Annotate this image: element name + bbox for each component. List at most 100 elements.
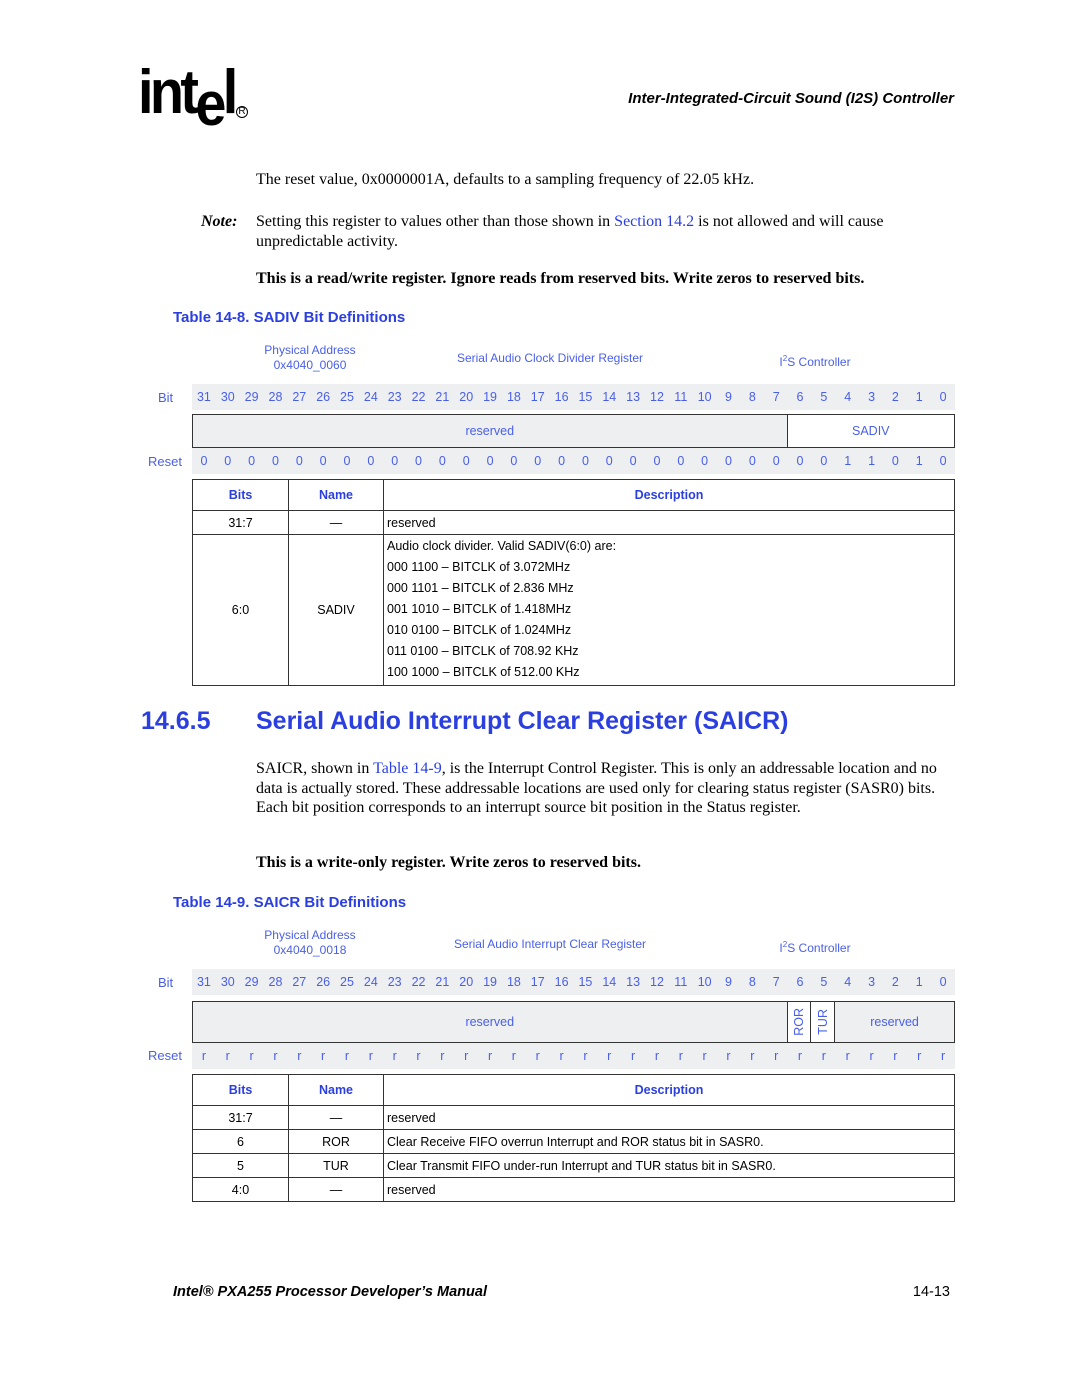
reset-bit-value: r — [869, 1049, 874, 1063]
header-name: Name — [288, 1074, 384, 1106]
bit-number: 3 — [868, 390, 876, 404]
bit-number: 16 — [554, 390, 569, 404]
table-row: 31:7 — reserved — [192, 1105, 955, 1130]
reset-bit-value: r — [774, 1049, 779, 1063]
reset-value-text: The reset value, 0x0000001A, defaults to… — [256, 171, 755, 188]
reset-bit-value: r — [559, 1049, 564, 1063]
reset-bit-value: 1 — [868, 454, 876, 468]
bit-number: 10 — [697, 390, 712, 404]
register-fields: reserved SADIV — [192, 414, 955, 448]
physical-address: Physical Address 0x4040_0060 — [245, 343, 375, 373]
register-field-sadiv: SADIV — [787, 415, 954, 447]
bit-number: 15 — [578, 975, 593, 989]
bit-number: 13 — [626, 390, 641, 404]
bit-number: 7 — [772, 975, 780, 989]
reset-bit-value: r — [201, 1049, 206, 1063]
reset-bit-value: 0 — [534, 454, 542, 468]
bits-cell: 6:0 — [192, 534, 289, 686]
bit-number: 0 — [939, 390, 947, 404]
reset-bit-value: 0 — [581, 454, 589, 468]
reset-bit-value: 0 — [820, 454, 828, 468]
reset-bit-value: 0 — [486, 454, 494, 468]
name-cell: SADIV — [288, 534, 384, 686]
bit-number: 1 — [915, 390, 923, 404]
reset-bit-value: r — [726, 1049, 731, 1063]
reset-row-label: Reset — [148, 454, 182, 469]
bit-number: 6 — [796, 975, 804, 989]
table-row: 6:0 SADIV Audio clock divider. Valid SAD… — [192, 534, 955, 686]
sadiv-bit-definitions-table: Bits Name Description 31:7 — reserved 6:… — [192, 479, 955, 686]
reset-bit-value: r — [464, 1049, 469, 1063]
reset-bit-value: 0 — [271, 454, 279, 468]
bit-number: 13 — [626, 975, 641, 989]
section-title: Serial Audio Interrupt Clear Register (S… — [256, 707, 789, 735]
reset-bit-value: 0 — [725, 454, 732, 468]
reset-bit-value: 0 — [653, 454, 661, 468]
bit-number: 29 — [244, 975, 259, 989]
reset-bit-value: r — [702, 1049, 707, 1063]
logo-l: l — [222, 58, 239, 127]
bit-number: 12 — [650, 975, 664, 989]
unit-post: S Controller — [787, 355, 851, 369]
reset-value-row: 0 0 0 0 0 0 0 0 0 0 0 0 0 0 0 0 0 0 0 0 0 0 0 0 0 0 0 1 1 0 1 0 — [192, 448, 955, 474]
desc-line: 010 0100 – BITCLK of 1.024MHz — [387, 623, 572, 637]
description-cell: Clear Receive FIFO overrun Interrupt and… — [383, 1129, 955, 1154]
field-label: reserved — [465, 1015, 515, 1029]
register-name: Serial Audio Clock Divider Register — [456, 351, 644, 365]
reset-bit-value: r — [631, 1049, 636, 1063]
reset-bit-value: r — [893, 1049, 898, 1063]
bit-number: 0 — [939, 975, 947, 989]
bit-number: 30 — [220, 390, 235, 404]
reset-bit-value: r — [440, 1049, 445, 1063]
register-name: Serial Audio Interrupt Clear Register — [453, 937, 647, 951]
reset-bit-value: r — [654, 1049, 660, 1063]
bit-number: 31 — [196, 975, 211, 989]
description-cell: reserved — [383, 510, 955, 535]
note-text: Setting this register to values other th… — [256, 212, 956, 251]
bits-cell: 31:7 — [192, 510, 289, 535]
reset-bit-value: r — [511, 1049, 516, 1063]
table-link[interactable]: Table 14-9 — [373, 760, 442, 777]
section-link[interactable]: Section 14.2 — [614, 213, 694, 230]
table-row: 5 TUR Clear Transmit FIFO under-run Inte… — [192, 1153, 955, 1178]
bit-number: 11 — [674, 975, 688, 989]
reset-bit-value: 0 — [629, 454, 637, 468]
header-bits: Bits — [192, 1074, 289, 1106]
note-label: Note: — [201, 213, 238, 230]
reset-bit-value: r — [297, 1049, 302, 1063]
reset-bit-value: 0 — [391, 454, 399, 468]
bit-number: 9 — [725, 390, 732, 404]
bit-number: 20 — [459, 390, 474, 404]
reset-bit-value: r — [416, 1049, 421, 1063]
reset-bit-value: r — [607, 1049, 612, 1063]
bit-number: 5 — [820, 975, 828, 989]
bit-number: 25 — [340, 975, 354, 989]
reset-bit-value: 0 — [939, 454, 947, 468]
table-row: 31:7 — reserved — [192, 510, 955, 535]
reset-bit-value: r — [321, 1049, 326, 1063]
register-field-reserved: reserved — [193, 415, 788, 447]
bit-number: 10 — [697, 975, 712, 989]
saicr-bit-definitions-table: Bits Name Description 31:7 — reserved 6 … — [192, 1074, 955, 1202]
reset-bit-value: 0 — [462, 454, 470, 468]
wo-register-text: This is a write-only register. Write zer… — [256, 854, 641, 871]
bit-number: 2 — [891, 975, 899, 989]
reset-bit-value: r — [535, 1049, 540, 1063]
intel-logo: intel — [138, 62, 238, 136]
section-number: 14.6.5 — [141, 707, 211, 735]
desc-line: 000 1101 – BITCLK of 2.836 MHz — [387, 581, 574, 595]
reset-bit-value: r — [225, 1049, 230, 1063]
field-label: ROR — [791, 1008, 806, 1036]
physical-address-label: Physical Address — [264, 928, 356, 942]
reset-bit-value: r — [797, 1049, 803, 1063]
note-text-pre: Setting this register to values other th… — [256, 213, 615, 230]
bit-number: 4 — [844, 975, 852, 989]
reset-bit-value: r — [392, 1049, 397, 1063]
bit-number: 20 — [459, 975, 474, 989]
physical-address: Physical Address 0x4040_0018 — [245, 928, 375, 958]
desc-line: 001 1010 – BITCLK of 1.418MHz — [387, 602, 572, 616]
bit-number: 6 — [796, 390, 804, 404]
reset-bit-value: r — [344, 1049, 350, 1063]
bit-number: 28 — [268, 975, 283, 989]
header-description: Description — [383, 479, 955, 511]
